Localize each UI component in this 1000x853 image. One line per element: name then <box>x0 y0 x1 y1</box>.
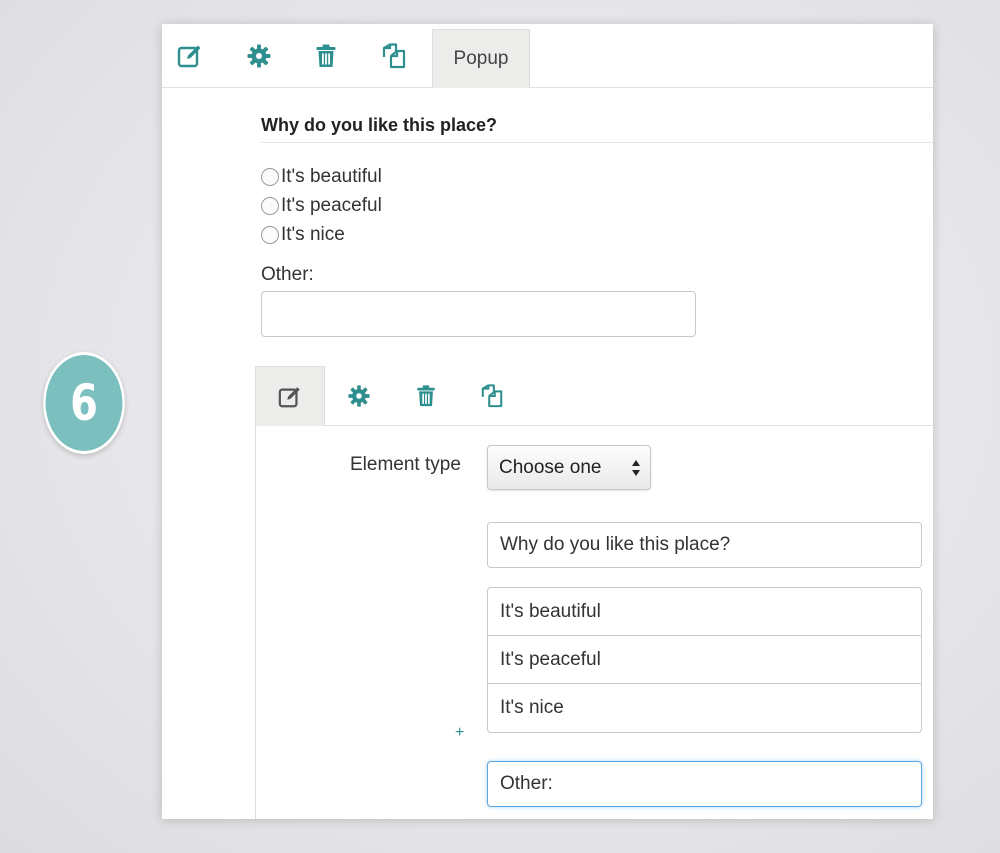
editor-tab-duplicate[interactable] <box>465 366 519 426</box>
settings-button[interactable] <box>231 24 287 88</box>
step-number-badge: 6 <box>43 352 125 454</box>
element-type-select[interactable]: Choose one <box>487 445 651 490</box>
radio-option[interactable]: It's beautiful <box>261 162 382 191</box>
option-input[interactable]: It's peaceful <box>487 635 922 684</box>
delete-button[interactable] <box>298 24 354 88</box>
step-number: 6 <box>70 374 98 432</box>
radio-option-label: It's nice <box>281 223 345 245</box>
select-arrows-icon <box>632 460 640 476</box>
copy-icon <box>382 43 406 69</box>
gear-icon <box>247 44 271 68</box>
option-input[interactable]: It's nice <box>487 683 922 733</box>
other-input[interactable] <box>261 291 696 337</box>
radio-button[interactable] <box>261 196 279 215</box>
add-option-button[interactable]: + <box>455 724 464 742</box>
question-title: Why do you like this place? <box>261 115 498 135</box>
editor-tab-edit[interactable] <box>255 366 325 426</box>
question-divider <box>261 142 933 143</box>
popup-tab[interactable]: Popup <box>432 29 530 88</box>
editor-tab-delete[interactable] <box>399 366 453 426</box>
edit-icon <box>177 45 201 68</box>
gear-icon <box>348 385 370 407</box>
radio-option[interactable]: It's peaceful <box>261 191 382 220</box>
editor-tab-settings[interactable] <box>332 366 386 426</box>
radio-option[interactable]: It's nice <box>261 220 382 249</box>
option-input[interactable]: It's beautiful <box>487 587 922 636</box>
editor-tab-bar <box>255 366 933 426</box>
trash-icon <box>417 385 435 407</box>
radio-option-label: It's beautiful <box>281 165 382 187</box>
top-toolbar: Popup <box>162 24 933 88</box>
duplicate-button[interactable] <box>366 24 422 88</box>
element-editor: Element type Choose one Why do you like … <box>255 366 933 819</box>
element-type-label: Element type <box>350 454 461 475</box>
question-text-input[interactable]: Why do you like this place? <box>487 522 922 568</box>
other-label-input[interactable]: Other: <box>487 761 922 807</box>
radio-option-label: It's peaceful <box>281 194 382 216</box>
element-type-value: Choose one <box>499 456 602 478</box>
editor-left-border <box>255 426 256 819</box>
radio-option-list: It's beautiful It's peaceful It's nice <box>261 162 382 249</box>
radio-button[interactable] <box>261 167 279 186</box>
form-builder-panel: Popup Why do you like this place? It's b… <box>162 24 933 819</box>
edit-icon <box>278 386 300 407</box>
radio-button[interactable] <box>261 225 279 244</box>
other-label: Other: <box>261 264 314 285</box>
trash-icon <box>316 44 336 67</box>
edit-button[interactable] <box>162 24 218 88</box>
copy-icon <box>481 384 503 408</box>
